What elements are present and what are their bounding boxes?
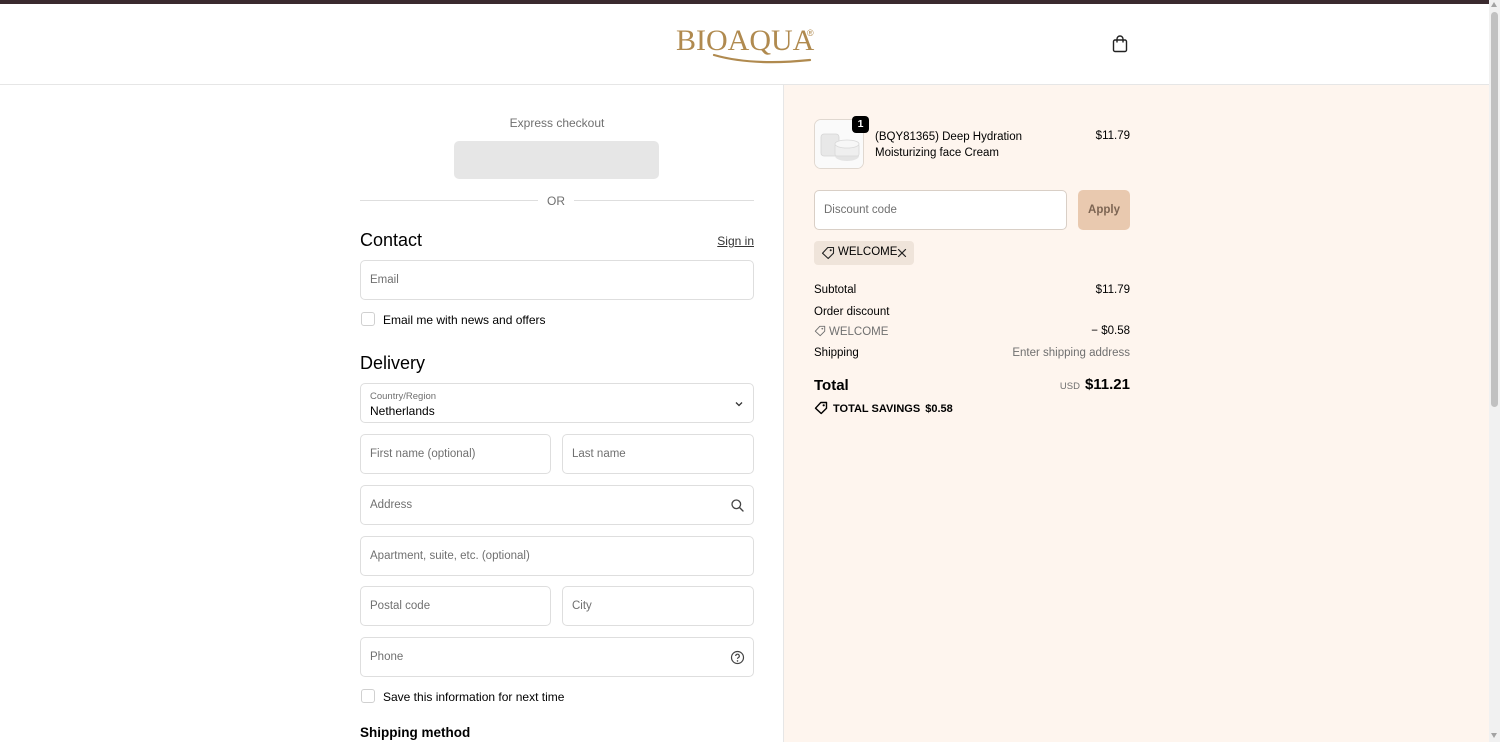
order-discount-label: Order discount [814, 306, 890, 318]
discount-value: − $0.58 [1091, 325, 1130, 337]
discount-code-row: WELCOME [814, 325, 888, 338]
city-field[interactable]: City [562, 586, 754, 626]
total-value: $11.21 [1084, 376, 1130, 393]
checkout-form: Express checkout OR Contact Sign in Emai… [0, 85, 784, 742]
postal-code-placeholder: Postal code [370, 600, 431, 612]
scroll-up-arrow-icon[interactable] [1491, 2, 1497, 7]
total-amount: USD $11.21 [1010, 376, 1130, 394]
subtotal-value: $11.79 [1095, 284, 1130, 296]
bioaqua-logo[interactable]: BIOAQUA ® [676, 26, 816, 68]
email-placeholder: Email [370, 274, 399, 286]
site-header: BIOAQUA ® [0, 4, 1489, 85]
logo-swoosh-icon [712, 53, 812, 64]
search-icon [731, 499, 744, 512]
shipping-label: Shipping [814, 347, 859, 359]
address-field[interactable]: Address [360, 485, 754, 525]
discount-code-placeholder: Discount code [824, 204, 897, 216]
address-placeholder: Address [370, 499, 413, 511]
apartment-placeholder: Apartment, suite, etc. (optional) [370, 550, 530, 562]
order-summary: 1 (BQY81365) Deep Hydration Moisturizing… [784, 85, 1489, 742]
remove-discount-close-icon[interactable] [896, 247, 908, 259]
scroll-thumb[interactable] [1491, 12, 1498, 407]
page-scrollbar[interactable] [1489, 0, 1500, 742]
email-field[interactable]: Email [360, 260, 754, 300]
divider-left [360, 200, 538, 201]
sign-in-link[interactable]: Sign in [700, 234, 754, 248]
discount-code-label: WELCOME [829, 326, 889, 338]
shipping-value: Enter shipping address [1012, 347, 1130, 359]
shipping-method-heading: Shipping method [360, 725, 471, 740]
first-name-placeholder: First name (optional) [370, 448, 476, 460]
contact-heading: Contact [360, 230, 423, 250]
discount-code-field[interactable]: Discount code [814, 190, 1067, 230]
total-savings-label: TOTAL SAVINGS [833, 403, 921, 415]
logo-registered-mark: ® [807, 28, 814, 38]
newsletter-label[interactable]: Email me with news and offers [383, 313, 546, 327]
tag-icon [814, 325, 826, 337]
cart-button[interactable] [1110, 34, 1130, 54]
applied-discount-tag: WELCOME [814, 241, 914, 265]
delivery-heading: Delivery [360, 353, 426, 373]
quantity-badge: 1 [852, 116, 869, 133]
country-select[interactable]: Country/Region Netherlands [360, 383, 754, 423]
express-checkout-title: Express checkout [509, 116, 605, 130]
apartment-field[interactable]: Apartment, suite, etc. (optional) [360, 536, 754, 576]
total-savings: TOTAL SAVINGS $0.58 [814, 401, 953, 415]
phone-field[interactable]: Phone [360, 637, 754, 677]
shopping-bag-icon [1112, 35, 1128, 53]
postal-code-field[interactable]: Postal code [360, 586, 551, 626]
total-savings-value: $0.58 [925, 403, 953, 415]
country-value: Netherlands [370, 404, 435, 418]
last-name-field[interactable]: Last name [562, 434, 754, 474]
applied-discount-code: WELCOME [838, 246, 898, 258]
help-icon[interactable] [730, 650, 745, 665]
product-name: (BQY81365) Deep Hydration Moisturizing f… [875, 131, 1023, 159]
scroll-down-arrow-icon[interactable] [1491, 733, 1497, 738]
chevron-down-icon [735, 402, 743, 407]
save-info-label[interactable]: Save this information for next time [383, 690, 564, 704]
last-name-placeholder: Last name [572, 448, 626, 460]
city-placeholder: City [572, 600, 592, 612]
newsletter-checkbox[interactable] [361, 312, 375, 326]
subtotal-label: Subtotal [814, 284, 857, 296]
total-label: Total [814, 377, 849, 394]
tag-icon [821, 246, 835, 260]
phone-placeholder: Phone [370, 651, 404, 663]
first-name-field[interactable]: First name (optional) [360, 434, 551, 474]
apply-discount-button[interactable]: Apply [1078, 190, 1130, 230]
divider-right [574, 200, 754, 201]
or-divider-label: OR [547, 194, 565, 208]
savings-tag-icon [814, 401, 828, 415]
currency-code: USD [1059, 381, 1080, 392]
product-price: $11.79 [1095, 130, 1130, 142]
country-label: Country/Region [370, 391, 437, 402]
save-info-checkbox[interactable] [361, 689, 375, 703]
express-checkout-button[interactable] [454, 141, 659, 179]
